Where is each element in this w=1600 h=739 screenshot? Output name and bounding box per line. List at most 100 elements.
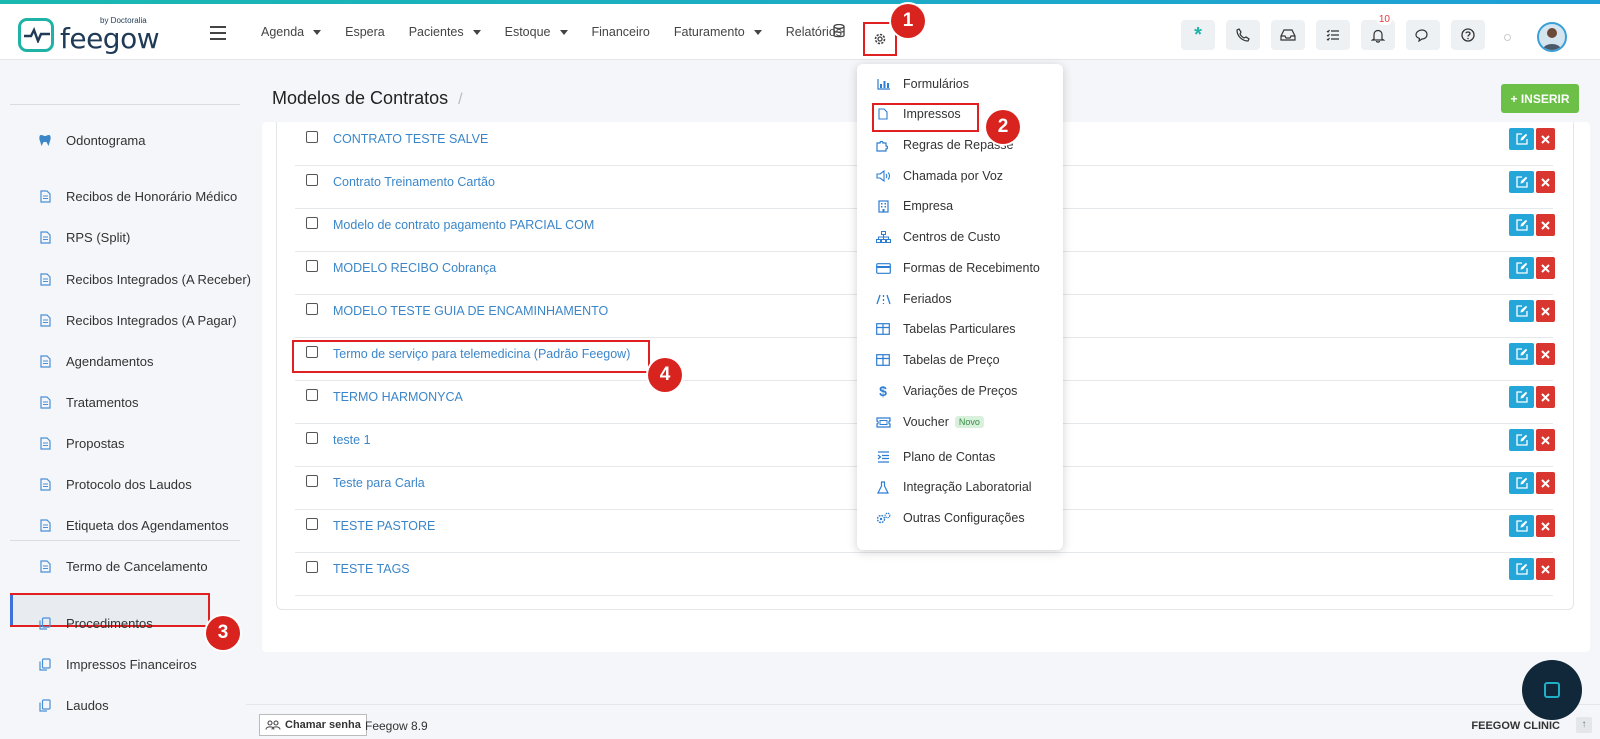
sidebar-item-protocolo-dos-laudos[interactable]: Protocolo dos Laudos	[10, 468, 192, 500]
nav-pacientes[interactable]: Pacientes	[409, 25, 481, 39]
settings-menu-item-centros-de-custo[interactable]: Centros de Custo	[857, 223, 1063, 251]
sidebar-item-encaminhamentos[interactable]: Encaminhamentos	[10, 730, 174, 739]
hamburger-menu-icon[interactable]	[210, 26, 226, 40]
contract-link[interactable]: MODELO RECIBO Cobrança	[333, 261, 496, 275]
settings-menu-item-empresa[interactable]: Empresa	[857, 192, 1063, 220]
scroll-top-icon[interactable]: ↑	[1576, 717, 1592, 733]
contract-link[interactable]: MODELO TESTE GUIA DE ENCAMINHAMENTO	[333, 304, 608, 318]
sidebar-item-impressos-financeiros[interactable]: Impressos Financeiros	[10, 648, 197, 680]
delete-button[interactable]	[1536, 171, 1555, 193]
contract-link[interactable]: CONTRATO TESTE SALVE	[333, 132, 488, 146]
row-checkbox[interactable]	[306, 561, 318, 573]
contract-link[interactable]: TERMO HARMONYCA	[333, 390, 463, 404]
settings-menu-item-outras-configuracoes[interactable]: Outras Configurações	[857, 504, 1063, 532]
sidebar-item-recibos-integrados-a-pagar[interactable]: Recibos Integrados (A Pagar)	[10, 304, 237, 336]
edit-button[interactable]	[1509, 386, 1534, 408]
menu-item-label: Variações de Preços	[903, 384, 1018, 398]
row-checkbox[interactable]	[306, 174, 318, 186]
settings-menu-item-feriados[interactable]: Feriados	[857, 285, 1063, 313]
row-checkbox[interactable]	[306, 475, 318, 487]
contract-link[interactable]: Contrato Treinamento Cartão	[333, 175, 495, 189]
help-question-icon[interactable]	[1451, 20, 1485, 50]
sidebar-item-etiqueta-dos-agendamentos[interactable]: Etiqueta dos Agendamentos	[10, 509, 229, 541]
delete-button[interactable]	[1536, 300, 1555, 322]
delete-button[interactable]	[1536, 214, 1555, 236]
row-checkbox[interactable]	[306, 303, 318, 315]
settings-menu-item-variacoes-de-precos[interactable]: $ Variações de Preços	[857, 377, 1063, 405]
sidebar-item-recibos-integrados-a-receber[interactable]: Recibos Integrados (A Receber)	[10, 263, 251, 295]
contract-link[interactable]: teste 1	[333, 433, 371, 447]
edit-button[interactable]	[1509, 214, 1534, 236]
nav-espera[interactable]: Espera	[345, 25, 385, 39]
row-checkbox[interactable]	[306, 217, 318, 229]
settings-menu-item-voucher[interactable]: Voucher Novo	[857, 408, 1063, 436]
delete-button[interactable]	[1536, 429, 1555, 451]
asterisk-icon[interactable]: *	[1181, 20, 1215, 50]
settings-menu-item-tabelas-particulares[interactable]: Tabelas Particulares	[857, 315, 1063, 343]
logo-mark-icon	[18, 18, 54, 52]
copy-icon	[38, 616, 52, 630]
task-list-icon[interactable]	[1316, 20, 1350, 50]
sidebar-item-rps-split[interactable]: RPS (Split)	[10, 221, 130, 253]
nav-agenda[interactable]: Agenda	[261, 25, 322, 39]
database-icon[interactable]	[833, 23, 845, 41]
breadcrumb-separator: /	[458, 91, 463, 108]
delete-button[interactable]	[1536, 257, 1555, 279]
sidebar-item-agendamentos[interactable]: Agendamentos	[10, 345, 153, 377]
delete-button[interactable]	[1536, 343, 1555, 365]
edit-button[interactable]	[1509, 128, 1534, 150]
contract-link[interactable]: Modelo de contrato pagamento PARCIAL COM	[333, 218, 594, 232]
contract-link[interactable]: Teste para Carla	[333, 476, 425, 490]
edit-button[interactable]	[1509, 171, 1534, 193]
settings-menu-item-tabelas-de-preco[interactable]: Tabelas de Preço	[857, 346, 1063, 374]
sidebar-item-odontograma[interactable]: Odontograma	[10, 124, 146, 156]
delete-button[interactable]	[1536, 472, 1555, 494]
nav-faturamento[interactable]: Faturamento	[674, 25, 762, 39]
sidebar-item-recibos-de-honorario-medico[interactable]: Recibos de Honorário Médico	[10, 180, 237, 212]
insert-button[interactable]: + INSERIR	[1501, 84, 1579, 113]
row-checkbox[interactable]	[306, 432, 318, 444]
settings-menu-item-formas-de-recebimento[interactable]: Formas de Recebimento	[857, 254, 1063, 282]
feegow-logo[interactable]: by Doctoralia feegow	[18, 16, 160, 55]
row-checkbox[interactable]	[306, 260, 318, 272]
user-avatar[interactable]	[1537, 22, 1567, 52]
edit-button[interactable]	[1509, 257, 1534, 279]
sidebar-item-label: Laudos	[66, 697, 109, 713]
phone-icon[interactable]	[1226, 20, 1260, 50]
call-ticket-button[interactable]: Chamar senha	[259, 714, 367, 736]
contract-link[interactable]: TESTE PASTORE	[333, 519, 435, 533]
settings-menu-item-chamada-por-voz[interactable]: Chamada por Voz	[857, 162, 1063, 190]
nav-financeiro[interactable]: Financeiro	[592, 25, 650, 39]
sidebar-item-label: Recibos de Honorário Médico	[66, 188, 238, 204]
edit-button[interactable]	[1509, 558, 1534, 580]
contract-link[interactable]: TESTE TAGS	[333, 562, 410, 576]
notifications-bell-icon[interactable]: 10	[1361, 14, 1395, 50]
row-checkbox[interactable]	[306, 389, 318, 401]
chart-icon	[875, 78, 891, 90]
row-checkbox[interactable]	[306, 131, 318, 143]
edit-button[interactable]	[1509, 472, 1534, 494]
sidebar-item-propostas[interactable]: Propostas	[10, 427, 125, 459]
edit-button[interactable]	[1509, 429, 1534, 451]
sidebar-item-tratamentos[interactable]: Tratamentos	[10, 386, 139, 418]
settings-menu-item-formularios[interactable]: Formulários	[857, 70, 1063, 98]
settings-menu-item-integracao-laboratorial[interactable]: Integração Laboratorial	[857, 473, 1063, 501]
row-checkbox[interactable]	[306, 518, 318, 530]
sidebar-item-procedimentos[interactable]: Procedimentos	[10, 607, 153, 639]
edit-button[interactable]	[1509, 300, 1534, 322]
edit-button[interactable]	[1509, 343, 1534, 365]
chat-fab-button[interactable]	[1522, 660, 1582, 720]
sidebar-item-laudos[interactable]: Laudos	[10, 689, 109, 721]
chat-bubbles-icon[interactable]	[1406, 20, 1440, 50]
settings-menu-item-regras-de-repasse[interactable]: Regras de Repasse	[857, 131, 1063, 159]
delete-button[interactable]	[1536, 515, 1555, 537]
edit-button[interactable]	[1509, 515, 1534, 537]
sidebar-item-label: Recibos Integrados (A Receber)	[66, 271, 251, 287]
inbox-icon[interactable]	[1271, 20, 1305, 50]
sidebar-item-termo-de-cancelamento[interactable]: Termo de Cancelamento	[10, 550, 208, 582]
nav-estoque[interactable]: Estoque	[505, 25, 568, 39]
delete-button[interactable]	[1536, 386, 1555, 408]
settings-menu-item-plano-de-contas[interactable]: Plano de Contas	[857, 443, 1063, 471]
delete-button[interactable]	[1536, 128, 1555, 150]
delete-button[interactable]	[1536, 558, 1555, 580]
